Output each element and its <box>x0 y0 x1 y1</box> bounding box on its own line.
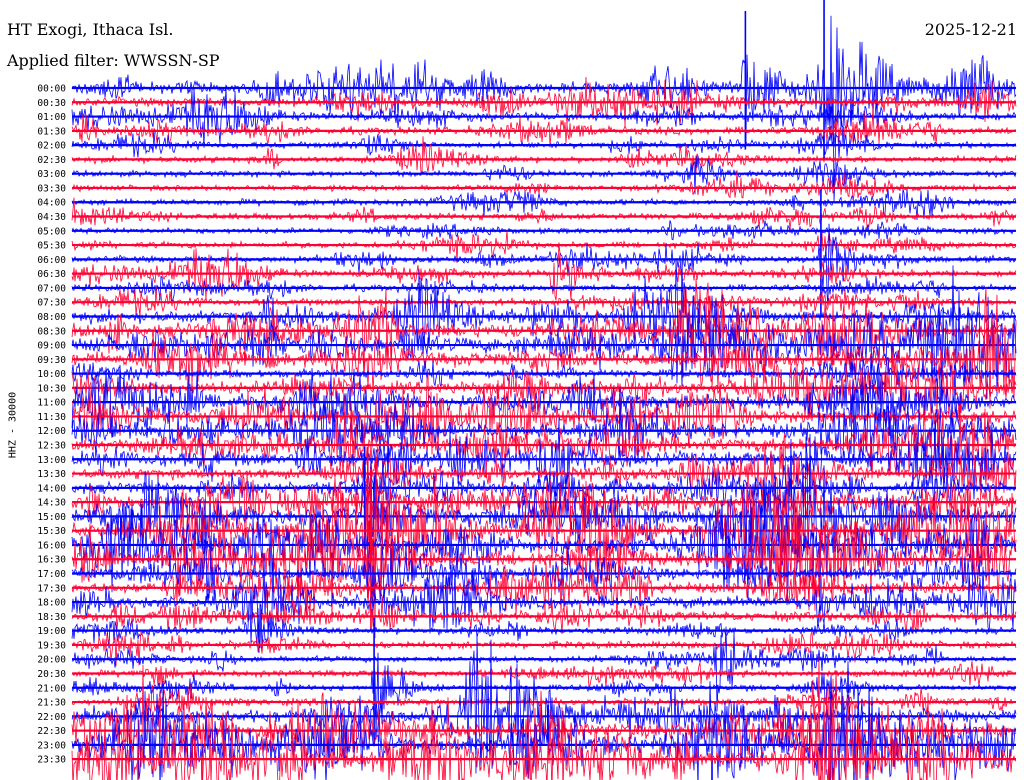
time-tick-label: 04:30 <box>37 212 66 223</box>
trace-group <box>71 0 1017 780</box>
seismic-trace <box>71 136 1017 174</box>
time-tick-label: 03:30 <box>37 183 66 194</box>
seismic-trace <box>71 107 1017 147</box>
time-tick-label: 13:30 <box>37 469 66 480</box>
time-tick-label: 10:30 <box>37 383 66 394</box>
seismic-trace <box>71 223 1017 308</box>
time-tick-label: 23:30 <box>37 755 66 766</box>
time-tick-label: 07:00 <box>37 283 66 294</box>
time-tick-label: 03:00 <box>37 169 66 180</box>
time-tick-label: 04:00 <box>37 198 66 209</box>
time-tick-label: 09:00 <box>37 341 66 352</box>
time-tick-label: 22:30 <box>37 726 66 737</box>
time-tick-label: 08:00 <box>37 312 66 323</box>
time-tick-label: 16:30 <box>37 555 66 566</box>
time-tick-label: 12:30 <box>37 441 66 452</box>
time-tick-label: 05:00 <box>37 226 66 237</box>
seismic-trace <box>71 652 1017 742</box>
time-tick-label: 14:30 <box>37 498 66 509</box>
time-tick-group: 00:00 00:30 01:00 01:30 02:00 02:30 03:00 03:30… <box>37 84 66 766</box>
time-tick-label: 20:00 <box>37 655 66 666</box>
time-tick-label: 02:30 <box>37 155 66 166</box>
seismic-trace <box>71 244 1017 301</box>
time-tick-label: 00:30 <box>37 98 66 109</box>
time-tick-label: 15:30 <box>37 526 66 537</box>
time-tick-label: 16:00 <box>37 540 66 551</box>
time-tick-label: 20:30 <box>37 669 66 680</box>
time-tick-label: 15:00 <box>37 512 66 523</box>
time-tick-label: 17:30 <box>37 583 66 594</box>
time-tick-label: 18:00 <box>37 598 66 609</box>
time-tick-label: 02:00 <box>37 141 66 152</box>
time-tick-label: 21:30 <box>37 698 66 709</box>
time-tick-label: 14:00 <box>37 483 66 494</box>
time-tick-label: 06:30 <box>37 269 66 280</box>
time-tick-label: 05:30 <box>37 241 66 252</box>
time-tick-label: 23:00 <box>37 740 66 751</box>
time-tick-label: 01:30 <box>37 126 66 137</box>
time-tick-label: 07:30 <box>37 298 66 309</box>
time-tick-label: 13:00 <box>37 455 66 466</box>
time-tick-label: 10:00 <box>37 369 66 380</box>
time-tick-label: 19:00 <box>37 626 66 637</box>
time-tick-label: 11:00 <box>37 398 66 409</box>
time-tick-label: 00:00 <box>37 84 66 95</box>
time-tick-label: 17:00 <box>37 569 66 580</box>
time-tick-label: 18:30 <box>37 612 66 623</box>
seismic-trace <box>71 630 1017 667</box>
time-tick-label: 09:30 <box>37 355 66 366</box>
time-tick-label: 19:30 <box>37 640 66 651</box>
time-tick-label: 08:30 <box>37 326 66 337</box>
time-tick-label: 22:00 <box>37 712 66 723</box>
time-tick-label: 12:00 <box>37 426 66 437</box>
time-tick-label: 01:00 <box>37 112 66 123</box>
helicorder-plot: 00:00 00:30 01:00 01:30 02:00 02:30 03:00 03:30… <box>37 0 1017 780</box>
seismic-trace <box>71 356 1017 396</box>
time-tick-label: 06:00 <box>37 255 66 266</box>
time-tick-label: 21:00 <box>37 683 66 694</box>
time-tick-label: 11:30 <box>37 412 66 423</box>
